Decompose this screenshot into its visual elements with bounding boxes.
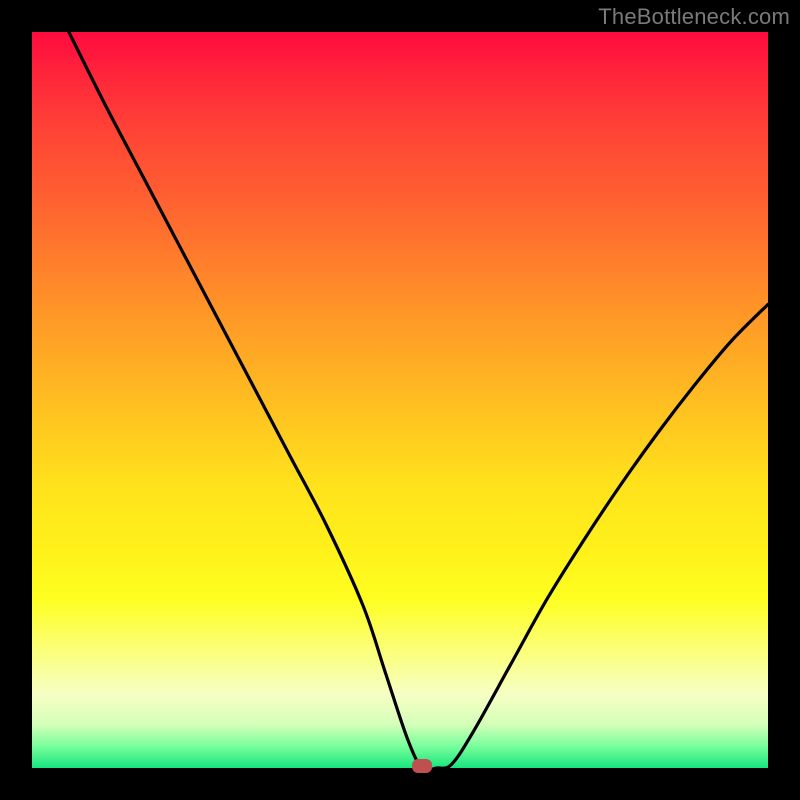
bottleneck-curve [69, 32, 768, 770]
minimum-marker [412, 759, 432, 773]
plot-area [32, 32, 768, 768]
curve-svg [32, 32, 768, 768]
watermark-text: TheBottleneck.com [598, 4, 790, 30]
chart-frame: TheBottleneck.com [0, 0, 800, 800]
